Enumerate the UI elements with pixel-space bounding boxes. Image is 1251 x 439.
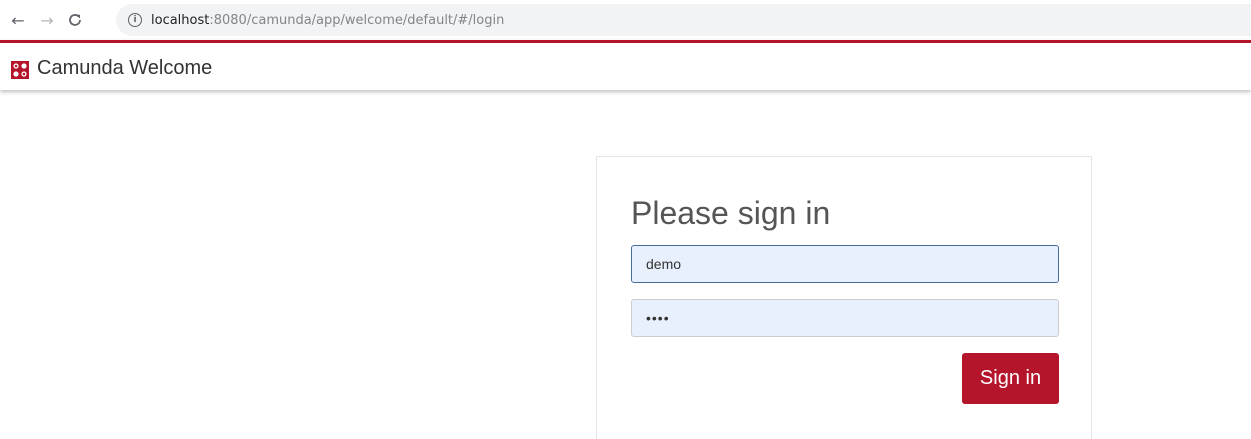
camunda-logo-icon[interactable] bbox=[11, 61, 29, 79]
url-path: :8080/camunda/app/welcome/default/#/logi… bbox=[209, 12, 505, 28]
login-heading: Please sign in bbox=[631, 195, 831, 231]
info-icon[interactable]: i bbox=[128, 13, 142, 27]
login-form: Please sign in Sign in bbox=[596, 156, 1092, 439]
reload-icon[interactable] bbox=[63, 8, 87, 32]
app-title[interactable]: Camunda Welcome bbox=[37, 57, 212, 80]
password-input[interactable] bbox=[631, 299, 1059, 337]
browser-toolbar: ← → i localhost:8080/camunda/app/welcome… bbox=[0, 0, 1251, 40]
url-host: localhost bbox=[151, 12, 210, 28]
forward-arrow-icon[interactable]: → bbox=[35, 8, 59, 32]
sign-in-button[interactable]: Sign in bbox=[962, 353, 1059, 404]
back-arrow-icon[interactable]: ← bbox=[6, 8, 30, 32]
address-bar[interactable]: i localhost:8080/camunda/app/welcome/def… bbox=[116, 4, 1251, 36]
url-text[interactable]: localhost:8080/camunda/app/welcome/defau… bbox=[151, 13, 504, 28]
app-header: Camunda Welcome bbox=[0, 40, 1251, 90]
username-input[interactable] bbox=[631, 245, 1059, 283]
